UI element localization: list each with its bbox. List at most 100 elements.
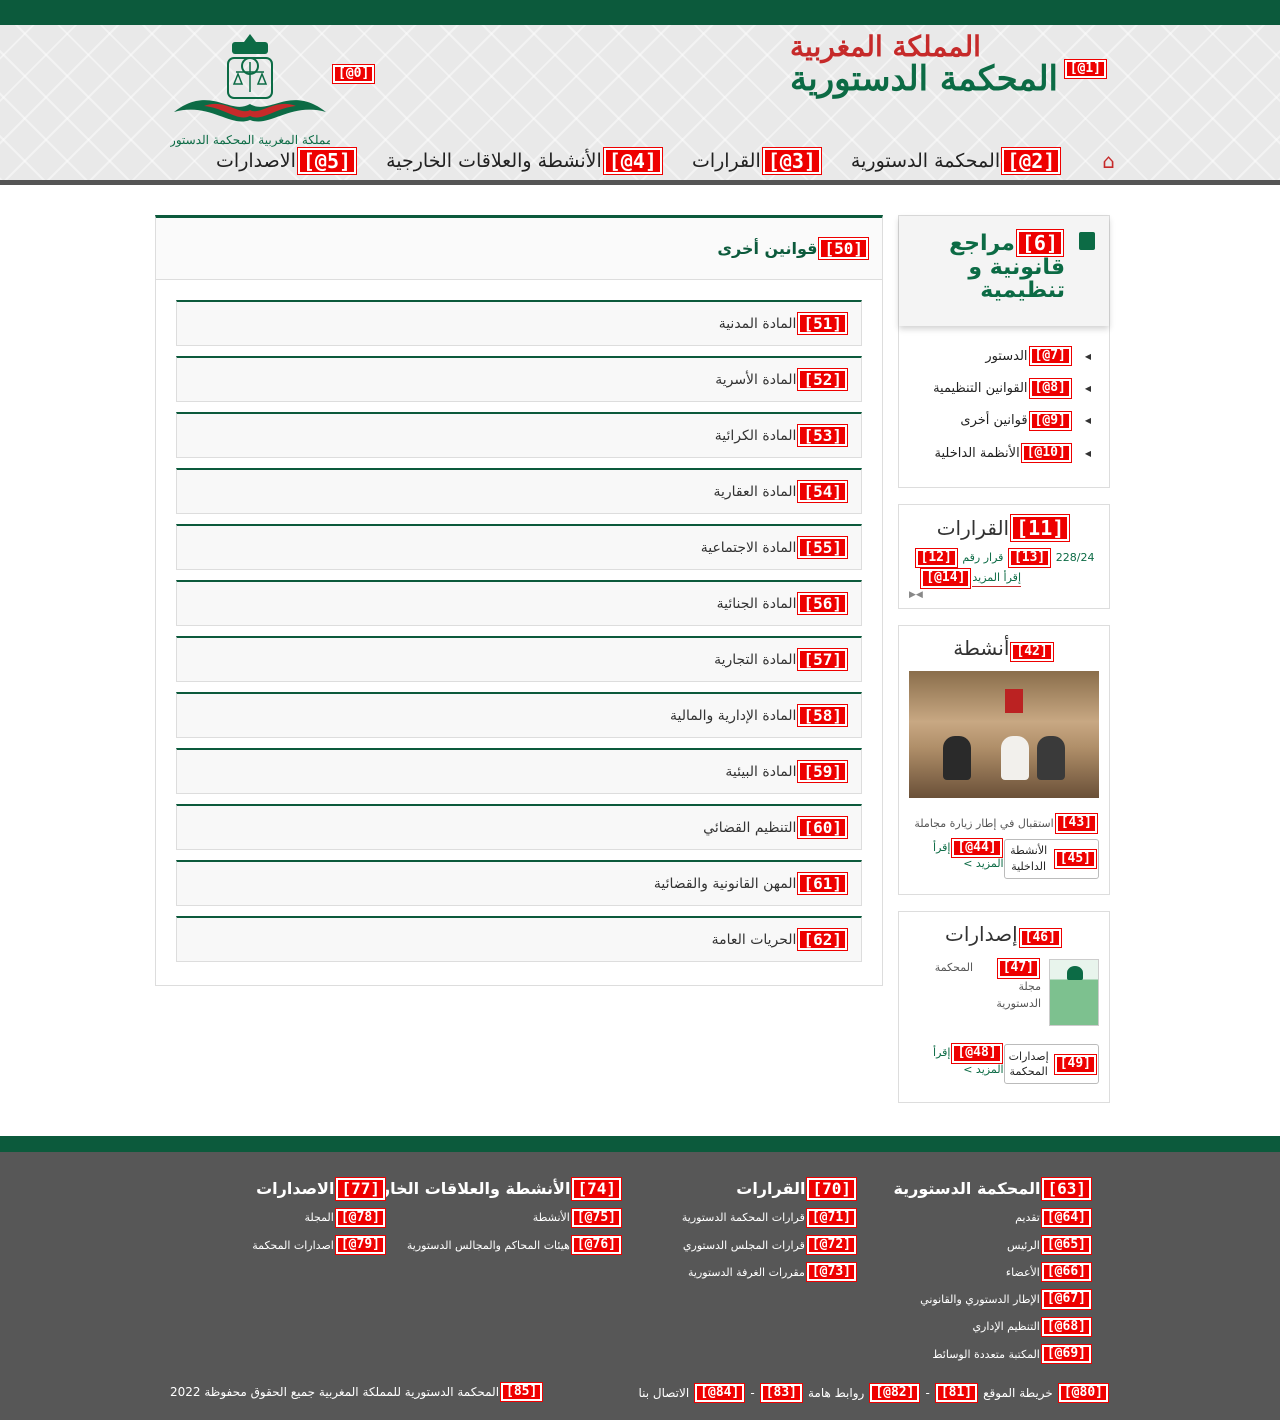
references-item-other-laws[interactable]: ◀ [9@] قوانين أخرى — [899, 405, 1109, 437]
button-marker: [45] — [1054, 849, 1096, 868]
law-category-item[interactable]: [51] المادة المدنية — [176, 300, 862, 346]
link-marker: [72@] — [806, 1235, 856, 1255]
footer-col-title[interactable]: [63] المحكمة الدستورية — [893, 1178, 1093, 1200]
law-category-item[interactable]: [53] المادة الكرائية — [176, 412, 862, 458]
useful-links-link[interactable]: روابط هامة — [808, 1386, 864, 1400]
footer-link[interactable]: [73@] مقررات الغرفة الدستورية — [682, 1263, 858, 1282]
law-category-item[interactable]: [55] المادة الاجتماعية — [176, 524, 862, 570]
law-category-item[interactable]: [56] المادة الجنائية — [176, 580, 862, 626]
main-nav: ⌂ [2@] المحكمة الدستورية [3@] القرارات [… — [216, 148, 1115, 174]
home-icon[interactable]: ⌂ — [1102, 149, 1115, 173]
footer-col-title[interactable]: [70] القرارات — [682, 1178, 858, 1200]
item-marker: [60] — [798, 816, 847, 839]
decisions-title[interactable]: [11]القرارات — [911, 515, 1097, 542]
law-category-item[interactable]: [62] الحريات العامة — [176, 916, 862, 962]
decisions-read-more[interactable]: إقرأ المزيد [14@] — [911, 569, 1097, 588]
references-box: [6]مراجع قانونية و تنظيمية ◀ [7@] الدستور … — [898, 215, 1110, 489]
publications-read-more[interactable]: [48@]إقرأ المزيد > — [909, 1044, 1004, 1084]
footer-link[interactable]: [66@] الأعضاء — [893, 1263, 1093, 1282]
col-title-text: الاصدارات — [256, 1179, 335, 1199]
link-marker: [75@] — [571, 1208, 621, 1227]
link-label: اصدارات المحكمة — [252, 1238, 334, 1252]
nav-marker: [2@] — [1002, 148, 1061, 174]
footer-link[interactable]: [67@] الإطار الدستوري والقانوني — [893, 1290, 1093, 1309]
references-item-organic-laws[interactable]: ◀ [8@] القوانين التنظيمية — [899, 372, 1109, 404]
item-label: المادة المدنية — [718, 315, 797, 332]
references-item-constitution[interactable]: ◀ [7@] الدستور — [899, 340, 1109, 372]
activity-caption[interactable]: [43] استقبال في إطار زيارة مجاملة — [909, 814, 1099, 833]
link-label: المكتبة متعددة الوسائط — [932, 1347, 1040, 1361]
law-category-item[interactable]: [58] المادة الإدارية والمالية — [176, 692, 862, 738]
footer-link[interactable]: [64@] تقديم — [893, 1208, 1093, 1227]
link-label: الأعضاء — [1005, 1265, 1040, 1279]
main-content: [50] قوانين أخرى [51] المادة المدنية [52]… — [155, 215, 883, 986]
site-title[interactable]: المملكة المغربية المحكمة الدستورية — [790, 30, 1058, 99]
item-label: المادة الجنائية — [716, 595, 797, 612]
footer-link[interactable]: [68@] التنظيم الإداري — [893, 1317, 1093, 1337]
item-label: المهن القانونية والقضائية — [653, 875, 797, 892]
contact-link[interactable]: الاتصال بنا — [638, 1386, 689, 1400]
footer: [63] المحكمة الدستورية [64@] تقديم [65@] ال… — [0, 1152, 1280, 1420]
magazine-cover[interactable] — [1049, 959, 1099, 1027]
activities-title-text: أنشطة — [953, 636, 1010, 661]
footer-link[interactable]: [79@] اصدارات المحكمة — [252, 1235, 387, 1255]
link-marker: [73@] — [806, 1263, 856, 1282]
decisions-title-text: القرارات — [936, 516, 1010, 541]
court-publications-button[interactable]: [49] إصدارات المحكمة — [1003, 1044, 1099, 1085]
logo-emblem-icon[interactable]: المملكة المغربية المحكمة الدستورية — [170, 28, 330, 168]
nav-item-decisions[interactable]: [3@] القرارات — [692, 148, 823, 174]
activity-photo[interactable] — [909, 671, 1099, 799]
footer-col-title[interactable]: [74] الأنشطة والعلاقات الخارجية — [353, 1178, 623, 1200]
footer-link[interactable]: [78@] المجلة — [252, 1208, 387, 1227]
nav-item-court[interactable]: [2@] المحكمة الدستورية — [851, 148, 1062, 174]
references-item-internal-rules[interactable]: ◀ [10@] الأنظمة الداخلية — [899, 437, 1109, 469]
item-marker: [9@] — [1029, 411, 1071, 430]
footer-link[interactable]: [75@] الأنشطة — [353, 1208, 623, 1227]
decisions-marker: [11] — [1011, 515, 1070, 542]
nav-item-publications[interactable]: [5@] الاصدارات — [216, 148, 358, 174]
link-label: التنظيم الإداري — [972, 1320, 1040, 1334]
publication-item[interactable]: [47]مجلة الدستورية المحكمة — [909, 959, 1099, 1027]
photo-flag — [1005, 689, 1023, 714]
sitemap-link[interactable]: خريطة الموقع — [983, 1386, 1053, 1400]
bullet-icon: ◀ — [1084, 448, 1091, 458]
activities-read-more[interactable]: [44@]إقرأ المزيد > — [909, 838, 1004, 879]
caption-marker: [43] — [1055, 814, 1097, 833]
nav-marker: [5@] — [297, 148, 357, 174]
button-label: إصدارات المحكمة — [1008, 1050, 1049, 1079]
col-marker: [74] — [572, 1178, 621, 1200]
carousel-arrows-icon[interactable]: ◀▶ — [909, 590, 923, 600]
footer-link[interactable]: [76@] هيئات المحاكم والمجالس الدستورية — [353, 1235, 623, 1255]
item-label: المادة البيئية — [725, 763, 797, 780]
nav-item-activities[interactable]: [4@] الأنشطة والعلاقات الخارجية — [386, 148, 664, 174]
page-title-marker: [50] — [819, 237, 868, 260]
law-category-item[interactable]: [52] المادة الأسرية — [176, 356, 862, 402]
logo-caption: المملكة المغربية المحكمة الدستورية — [170, 133, 330, 147]
site-title-line2: المحكمة الدستورية — [790, 59, 1058, 99]
footer-link[interactable]: [65@] الرئيس — [893, 1235, 1093, 1255]
nav-label: المحكمة الدستورية — [850, 150, 1001, 172]
item-marker: [59] — [798, 760, 847, 783]
activities-title[interactable]: [42]أنشطة — [909, 636, 1099, 662]
footer-link[interactable]: [72@] قرارات المجلس الدستوري — [682, 1235, 858, 1255]
internal-activities-button[interactable]: [45] الأنشطة الداخلية — [1003, 838, 1099, 879]
page-title: [50] قوانين أخرى — [156, 218, 882, 280]
law-category-item[interactable]: [59] المادة البيئية — [176, 748, 862, 794]
law-category-item[interactable]: [57] المادة التجارية — [176, 636, 862, 682]
separator: - — [925, 1386, 930, 1401]
item-label: القوانين التنظيمية — [933, 380, 1028, 396]
separator-marker: [81] — [935, 1384, 978, 1403]
publications-title[interactable]: [46]إصدارات — [909, 922, 1099, 948]
decision-row[interactable]: 228/24 [13] قرار رقم [12] — [911, 549, 1097, 568]
law-category-item[interactable]: [54] المادة العقارية — [176, 468, 862, 514]
footer-link[interactable]: [71@] قرارات المحكمة الدستورية — [682, 1208, 858, 1227]
law-category-item[interactable]: [60] التنظيم القضائي — [176, 804, 862, 850]
col-title-text: القرارات — [736, 1179, 806, 1199]
law-category-item[interactable]: [61] المهن القانونية والقضائية — [176, 860, 862, 906]
footer-col-decisions: [70] القرارات [71@] قرارات المحكمة الدستور… — [682, 1178, 858, 1282]
footer-link[interactable]: [69@] المكتبة متعددة الوسائط — [893, 1345, 1093, 1364]
footer-col-title[interactable]: [77] الاصدارات — [252, 1178, 387, 1200]
publication-title-a: مجلة — [1018, 979, 1041, 993]
col-marker: [77] — [336, 1178, 385, 1200]
publication-title: [47]مجلة الدستورية — [981, 959, 1041, 1012]
